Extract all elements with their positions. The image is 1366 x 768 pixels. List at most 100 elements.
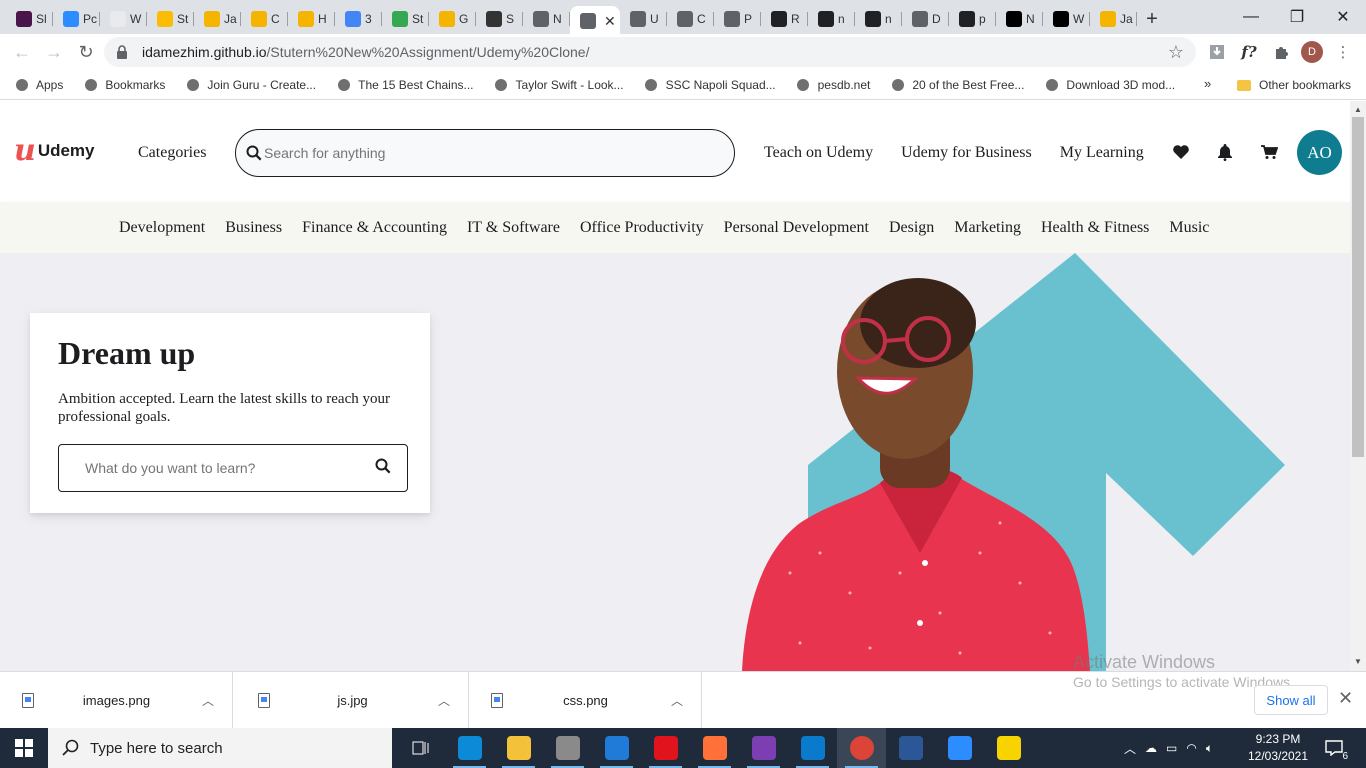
- scroll-up-icon[interactable]: ▲: [1354, 105, 1362, 114]
- start-button[interactable]: [0, 728, 48, 768]
- subnav-item[interactable]: Music: [1169, 219, 1209, 237]
- taskbar-clock[interactable]: 9:23 PM 12/03/2021: [1246, 731, 1310, 765]
- browser-tab[interactable]: D: [902, 6, 949, 32]
- taskbar-app[interactable]: [984, 728, 1033, 768]
- browser-tab[interactable]: Pc: [53, 6, 100, 32]
- subnav-item[interactable]: Office Productivity: [580, 219, 704, 237]
- browser-tab[interactable]: n: [855, 6, 902, 32]
- taskbar-app[interactable]: [543, 728, 592, 768]
- browser-tab[interactable]: G: [429, 6, 476, 32]
- restore-button[interactable]: ❐: [1274, 0, 1320, 34]
- chevron-up-icon[interactable]: ︿: [671, 692, 683, 709]
- bookmark-item[interactable]: pesdb.net: [796, 77, 870, 92]
- subnav-item[interactable]: Health & Fitness: [1041, 219, 1149, 237]
- taskbar-app[interactable]: [837, 728, 886, 768]
- subnav-item[interactable]: Design: [889, 219, 934, 237]
- new-tab-button[interactable]: +: [1137, 8, 1167, 31]
- teach-link[interactable]: Teach on Udemy: [764, 144, 873, 162]
- reload-button[interactable]: ↻: [70, 36, 102, 68]
- taskbar-app[interactable]: [641, 728, 690, 768]
- subnav-item[interactable]: Development: [119, 219, 205, 237]
- chevron-up-icon[interactable]: ︿: [202, 692, 214, 709]
- bookmark-item[interactable]: Join Guru - Create...: [185, 77, 316, 92]
- chevron-up-icon[interactable]: ︿: [438, 692, 450, 709]
- browser-tab[interactable]: W: [100, 6, 147, 32]
- browser-tab[interactable]: S: [476, 6, 523, 32]
- taskbar-app[interactable]: [788, 728, 837, 768]
- bookmark-item[interactable]: Bookmarks: [83, 77, 165, 92]
- subnav-item[interactable]: Personal Development: [724, 219, 869, 237]
- browser-tab[interactable]: W: [1043, 6, 1090, 32]
- download-item[interactable]: images.png ︿: [0, 672, 233, 729]
- cart-icon[interactable]: [1258, 141, 1280, 163]
- forward-button[interactable]: →: [38, 36, 70, 68]
- profile-avatar[interactable]: D: [1301, 41, 1323, 63]
- more-bookmarks-button[interactable]: »: [1204, 76, 1211, 91]
- browser-tab[interactable]: St: [147, 6, 194, 32]
- hero-search-icon[interactable]: [375, 458, 391, 479]
- browser-tab[interactable]: Ja: [194, 6, 241, 32]
- browser-tab[interactable]: H: [288, 6, 335, 32]
- scroll-down-icon[interactable]: ▼: [1354, 657, 1362, 666]
- bookmark-item[interactable]: Download 3D mod...: [1044, 77, 1175, 92]
- taskbar-app[interactable]: [396, 728, 445, 768]
- chevron-up-icon[interactable]: ︿: [1124, 740, 1136, 757]
- taskbar-app[interactable]: [886, 728, 935, 768]
- minimize-button[interactable]: —: [1228, 0, 1274, 34]
- browser-tab[interactable]: N: [523, 6, 570, 32]
- volume-icon[interactable]: 🔈︎: [1206, 741, 1213, 756]
- header-search-input[interactable]: [264, 145, 704, 161]
- address-bar[interactable]: idamezhim.github.io/Stutern%20New%20Assi…: [104, 37, 1196, 67]
- bookmark-star-icon[interactable]: ☆: [1168, 42, 1184, 63]
- puzzle-extensions-icon[interactable]: [1269, 40, 1293, 64]
- browser-tab[interactable]: Sl: [6, 6, 53, 32]
- close-tab-icon[interactable]: ✕: [604, 13, 616, 30]
- categories-link[interactable]: Categories: [138, 144, 206, 162]
- taskbar-app[interactable]: [739, 728, 788, 768]
- heart-icon[interactable]: [1170, 141, 1192, 163]
- subnav-item[interactable]: Business: [225, 219, 282, 237]
- battery-icon[interactable]: ▭: [1166, 741, 1177, 755]
- browser-tab[interactable]: p: [949, 6, 996, 32]
- bookmark-item[interactable]: SSC Napoli Squad...: [644, 77, 776, 92]
- browser-tab[interactable]: C: [667, 6, 714, 32]
- formula-extension-icon[interactable]: f?: [1237, 40, 1261, 64]
- udemy-logo[interactable]: u Udemy: [14, 136, 95, 166]
- taskbar-app[interactable]: [494, 728, 543, 768]
- subnav-item[interactable]: Finance & Accounting: [302, 219, 447, 237]
- taskbar-app[interactable]: [935, 728, 984, 768]
- browser-tab[interactable]: P: [714, 6, 761, 32]
- browser-tab[interactable]: St: [382, 6, 429, 32]
- taskbar-app[interactable]: [445, 728, 494, 768]
- bookmark-item[interactable]: Taylor Swift - Look...: [494, 77, 624, 92]
- taskbar-search[interactable]: Type here to search: [48, 728, 392, 768]
- browser-tab[interactable]: 3: [335, 6, 382, 32]
- browser-tab[interactable]: U: [620, 6, 667, 32]
- bell-icon[interactable]: [1214, 141, 1236, 163]
- scrollbar-thumb[interactable]: [1352, 117, 1364, 457]
- taskbar-app[interactable]: [592, 728, 641, 768]
- download-item[interactable]: css.png ︿: [469, 672, 702, 729]
- close-window-button[interactable]: ✕: [1320, 0, 1366, 34]
- close-downloads-button[interactable]: ✕: [1338, 688, 1353, 709]
- browser-tab[interactable]: Ja: [1090, 6, 1137, 32]
- browser-tab[interactable]: C: [241, 6, 288, 32]
- bookmark-item[interactable]: The 15 Best Chains...: [336, 77, 474, 92]
- taskbar-app[interactable]: [690, 728, 739, 768]
- browser-tab[interactable]: ✕: [570, 6, 620, 36]
- show-all-downloads-button[interactable]: Show all: [1254, 685, 1328, 715]
- chrome-menu-icon[interactable]: ⋮: [1331, 40, 1355, 64]
- bookmark-item[interactable]: Apps: [14, 77, 63, 92]
- wifi-icon[interactable]: ◠: [1186, 741, 1196, 755]
- my-learning-link[interactable]: My Learning: [1060, 144, 1144, 162]
- download-item[interactable]: js.jpg ︿: [236, 672, 469, 729]
- browser-tab[interactable]: R: [761, 6, 808, 32]
- bookmark-item[interactable]: 20 of the Best Free...: [890, 77, 1024, 92]
- business-link[interactable]: Udemy for Business: [901, 144, 1032, 162]
- browser-tab[interactable]: n: [808, 6, 855, 32]
- notification-center-icon[interactable]: 6: [1322, 736, 1348, 762]
- download-extension-icon[interactable]: [1205, 40, 1229, 64]
- onedrive-icon[interactable]: ☁: [1145, 741, 1157, 755]
- page-scrollbar[interactable]: ▲ ▼: [1350, 101, 1366, 671]
- back-button[interactable]: ←: [6, 36, 38, 68]
